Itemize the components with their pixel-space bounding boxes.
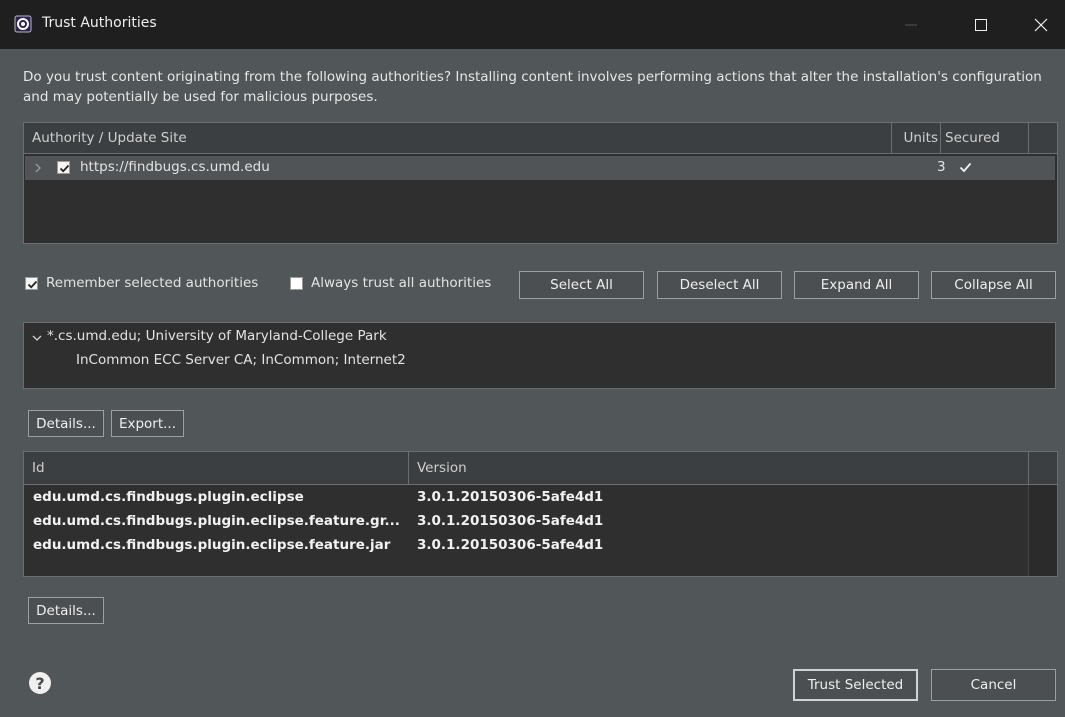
chevron-down-icon[interactable] xyxy=(32,334,42,342)
authority-site: https://findbugs.cs.umd.edu xyxy=(80,159,270,175)
cancel-button[interactable]: Cancel xyxy=(931,669,1056,701)
details-button[interactable]: Details... xyxy=(28,410,104,437)
always-trust-checkbox[interactable] xyxy=(290,277,303,290)
items-table: Id Version edu.umd.cs.findbugs.plugin.ec… xyxy=(23,451,1058,577)
help-icon[interactable]: ? xyxy=(29,672,51,694)
remember-authorities-checkbox[interactable] xyxy=(25,277,38,290)
authority-table: Authority / Update Site Units Secured ht… xyxy=(23,122,1058,244)
checkmark-icon xyxy=(959,162,972,173)
column-header-id[interactable]: Id xyxy=(24,452,409,484)
table-row[interactable]: edu.umd.cs.findbugs.plugin.eclipse.featu… xyxy=(25,534,1028,558)
expand-all-button[interactable]: Expand All xyxy=(794,271,919,299)
maximize-button[interactable] xyxy=(958,0,1004,49)
authority-row[interactable]: https://findbugs.cs.umd.edu 3 xyxy=(25,156,1055,180)
column-header-version[interactable]: Version xyxy=(409,452,1029,484)
dialog-description: Do you trust content originating from th… xyxy=(23,69,1042,105)
select-all-button[interactable]: Select All xyxy=(519,271,644,299)
details-button-2[interactable]: Details... xyxy=(28,597,104,624)
maximize-icon xyxy=(975,18,987,31)
item-version: 3.0.1.20150306-5afe4d1 xyxy=(417,513,604,529)
table-row[interactable]: edu.umd.cs.findbugs.plugin.eclipse.featu… xyxy=(25,510,1028,534)
items-table-header: Id Version xyxy=(24,452,1057,485)
trust-selected-button[interactable]: Trust Selected xyxy=(793,669,918,701)
title-bar: Trust Authorities xyxy=(0,0,1065,49)
certificate-tree: *.cs.umd.edu; University of Maryland-Col… xyxy=(23,322,1056,389)
authority-table-header: Authority / Update Site Units Secured xyxy=(24,123,1057,154)
minimize-icon xyxy=(905,24,917,25)
item-id: edu.umd.cs.findbugs.plugin.eclipse xyxy=(33,489,304,505)
close-button[interactable] xyxy=(1018,0,1064,49)
items-scrollbar[interactable] xyxy=(1028,485,1057,576)
item-version: 3.0.1.20150306-5afe4d1 xyxy=(417,489,604,505)
export-button[interactable]: Export... xyxy=(111,410,184,437)
eclipse-icon xyxy=(14,15,32,33)
collapse-all-button[interactable]: Collapse All xyxy=(931,271,1056,299)
column-header-units[interactable]: Units xyxy=(892,123,941,153)
window-title: Trust Authorities xyxy=(42,15,157,31)
item-id: edu.umd.cs.findbugs.plugin.eclipse.featu… xyxy=(33,513,400,529)
column-header-authority[interactable]: Authority / Update Site xyxy=(24,123,892,153)
always-trust-label[interactable]: Always trust all authorities xyxy=(311,275,491,291)
chevron-right-icon[interactable] xyxy=(34,163,42,173)
certificate-issuer[interactable]: InCommon ECC Server CA; InCommon; Intern… xyxy=(76,352,406,368)
authority-checkbox[interactable] xyxy=(57,161,70,174)
item-version: 3.0.1.20150306-5afe4d1 xyxy=(417,537,604,553)
deselect-all-button[interactable]: Deselect All xyxy=(657,271,782,299)
close-icon xyxy=(1034,18,1048,31)
item-id: edu.umd.cs.findbugs.plugin.eclipse.featu… xyxy=(33,537,391,553)
table-row[interactable]: edu.umd.cs.findbugs.plugin.eclipse 3.0.1… xyxy=(25,486,1028,510)
authority-units: 3 xyxy=(937,159,946,175)
certificate-subject[interactable]: *.cs.umd.edu; University of Maryland-Col… xyxy=(47,328,387,344)
minimize-button[interactable] xyxy=(888,0,934,49)
column-header-secured[interactable]: Secured xyxy=(941,123,1029,153)
remember-authorities-label[interactable]: Remember selected authorities xyxy=(46,275,258,291)
